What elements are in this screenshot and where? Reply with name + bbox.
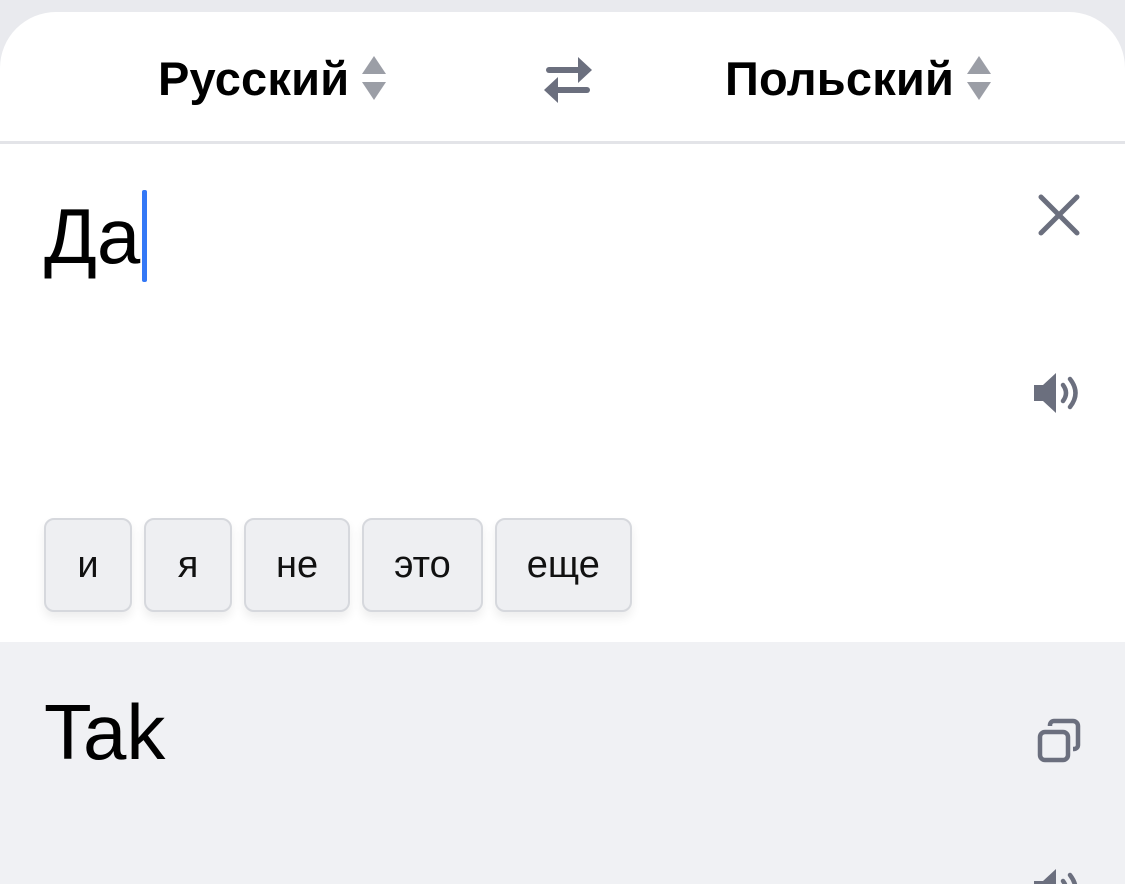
swap-languages-button[interactable] <box>540 52 596 108</box>
updown-chevron-icon <box>966 56 992 100</box>
translator-card: Русский Польский Да и я не это еще Tak <box>0 12 1125 884</box>
clear-button[interactable] <box>1036 192 1082 238</box>
target-language-label: Польский <box>725 51 955 105</box>
translation-area: Tak <box>0 642 1125 884</box>
source-text-field[interactable]: Да <box>44 186 148 286</box>
speak-source-button[interactable] <box>1032 370 1086 416</box>
speaker-icon <box>1034 869 1078 884</box>
close-icon <box>1038 194 1080 236</box>
copy-icon <box>1037 718 1081 763</box>
language-bar: Русский Польский <box>0 12 1125 144</box>
text-caret <box>142 190 148 282</box>
source-input-area[interactable]: Да и я не это еще <box>0 144 1125 642</box>
updown-chevron-icon <box>361 56 387 100</box>
source-text: Да <box>44 192 141 280</box>
suggestion-chip[interactable]: я <box>144 518 232 612</box>
suggestion-chip[interactable]: еще <box>494 518 632 612</box>
target-language-selector[interactable]: Польский <box>725 50 992 106</box>
swap-arrows-icon <box>544 57 592 103</box>
translation-text: Tak <box>44 688 166 776</box>
suggestion-chip[interactable]: это <box>362 518 483 612</box>
source-language-selector[interactable]: Русский <box>158 50 387 106</box>
source-language-label: Русский <box>158 51 350 105</box>
speak-translation-button[interactable] <box>1032 866 1086 884</box>
suggestion-chip[interactable]: и <box>44 518 132 612</box>
suggestion-chips: и я не это еще <box>44 518 632 612</box>
speaker-icon <box>1034 373 1078 413</box>
copy-button[interactable] <box>1036 718 1082 764</box>
suggestion-chip[interactable]: не <box>244 518 351 612</box>
